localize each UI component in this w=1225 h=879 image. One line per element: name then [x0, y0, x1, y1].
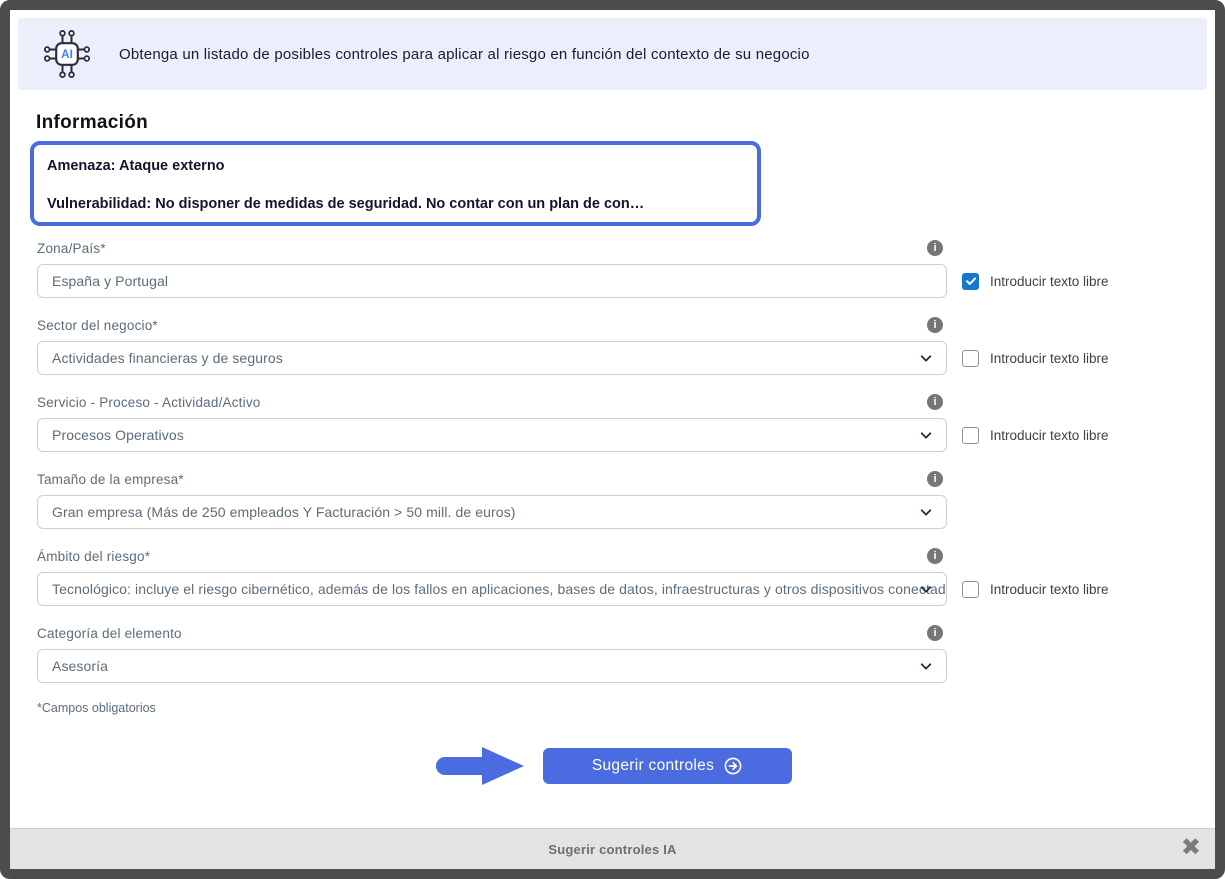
- page-title: Información: [36, 112, 1215, 134]
- field-row-categoria-elemento: Categoría del elemento i Asesoría: [37, 624, 1215, 683]
- ai-banner: AI Obtenga un listado de posibles contro…: [18, 18, 1207, 90]
- categoria-elemento-select[interactable]: Asesoría: [37, 649, 947, 683]
- info-icon[interactable]: i: [927, 625, 943, 641]
- categoria-elemento-value: Asesoría: [52, 658, 108, 674]
- tamano-empresa-select[interactable]: Gran empresa (Más de 250 empleados Y Fac…: [37, 495, 947, 529]
- servicio-proceso-select[interactable]: Procesos Operativos: [37, 418, 947, 452]
- chevron-down-icon: [920, 505, 931, 516]
- chevron-down-icon: [920, 659, 931, 670]
- categoria-elemento-label: Categoría del elemento: [37, 626, 182, 641]
- svg-text:AI: AI: [61, 48, 73, 61]
- sector-negocio-value: Actividades financieras y de seguros: [52, 350, 283, 366]
- suggest-controls-button[interactable]: Sugerir controles: [543, 748, 792, 784]
- tamano-empresa-value: Gran empresa (Más de 250 empleados Y Fac…: [52, 504, 516, 520]
- free-text-checkbox-servicio-proceso[interactable]: [962, 427, 979, 444]
- submit-row: Sugerir controles: [10, 745, 1215, 787]
- free-text-checkbox-label: Introducir texto libre: [990, 582, 1109, 597]
- field-row-zona-pais: Zona/País* i España y Portugal Introduci…: [37, 239, 1215, 298]
- suggest-controls-dialog: AI Obtenga un listado de posibles contro…: [0, 0, 1225, 879]
- info-icon[interactable]: i: [927, 317, 943, 333]
- checkmark-icon: [965, 275, 977, 287]
- servicio-proceso-value: Procesos Operativos: [52, 427, 184, 443]
- sector-negocio-select[interactable]: Actividades financieras y de seguros: [37, 341, 947, 375]
- field-row-ambito-riesgo: Ámbito del riesgo* i Tecnológico: incluy…: [37, 547, 1215, 606]
- vulnerability-text: Vulnerabilidad: No disponer de medidas d…: [47, 195, 741, 214]
- ambito-riesgo-label: Ámbito del riesgo*: [37, 549, 150, 564]
- free-text-checkbox-label: Introducir texto libre: [990, 428, 1109, 443]
- zona-pais-label: Zona/País*: [37, 241, 106, 256]
- info-icon[interactable]: i: [927, 394, 943, 410]
- required-fields-note: *Campos obligatorios: [37, 701, 1215, 715]
- close-icon[interactable]: ✖: [1181, 836, 1201, 860]
- dialog-title: Sugerir controles IA: [548, 842, 676, 857]
- free-text-checkbox-zona-pais[interactable]: [962, 273, 979, 290]
- field-row-servicio-proceso: Servicio - Proceso - Actividad/Activo i …: [37, 393, 1215, 452]
- info-icon[interactable]: i: [927, 471, 943, 487]
- ambito-riesgo-select[interactable]: Tecnológico: incluye el riesgo cibernéti…: [37, 572, 947, 606]
- banner-text: Obtenga un listado de posibles controles…: [119, 46, 810, 63]
- field-row-tamano-empresa: Tamaño de la empresa* i Gran empresa (Má…: [37, 470, 1215, 529]
- threat-text: Amenaza: Ataque externo: [47, 157, 741, 176]
- servicio-proceso-label: Servicio - Proceso - Actividad/Activo: [37, 395, 260, 410]
- free-text-checkbox-label: Introducir texto libre: [990, 351, 1109, 366]
- zona-pais-input[interactable]: España y Portugal: [37, 264, 947, 298]
- field-row-sector-negocio: Sector del negocio* i Actividades financ…: [37, 316, 1215, 375]
- suggest-controls-form: Zona/País* i España y Portugal Introduci…: [37, 239, 1215, 683]
- free-text-checkbox-sector-negocio[interactable]: [962, 350, 979, 367]
- ambito-riesgo-value: Tecnológico: incluye el riesgo cibernéti…: [52, 581, 947, 597]
- free-text-checkbox-label: Introducir texto libre: [990, 274, 1109, 289]
- dialog-footer: Sugerir controles IA ✖: [10, 828, 1215, 869]
- chevron-down-icon: [920, 428, 931, 439]
- ai-chip-icon: AI: [40, 27, 94, 81]
- sector-negocio-label: Sector del negocio*: [37, 318, 158, 333]
- info-icon[interactable]: i: [927, 240, 943, 256]
- suggest-controls-button-label: Sugerir controles: [592, 757, 714, 775]
- tamano-empresa-label: Tamaño de la empresa*: [37, 472, 184, 487]
- chevron-down-icon: [920, 351, 931, 362]
- risk-info-box: Amenaza: Ataque externo Vulnerabilidad: …: [30, 141, 761, 226]
- arrow-right-circle-icon: [724, 757, 742, 775]
- zona-pais-value: España y Portugal: [52, 273, 168, 289]
- annotation-arrow-icon: [434, 745, 526, 787]
- info-icon[interactable]: i: [927, 548, 943, 564]
- free-text-checkbox-ambito-riesgo[interactable]: [962, 581, 979, 598]
